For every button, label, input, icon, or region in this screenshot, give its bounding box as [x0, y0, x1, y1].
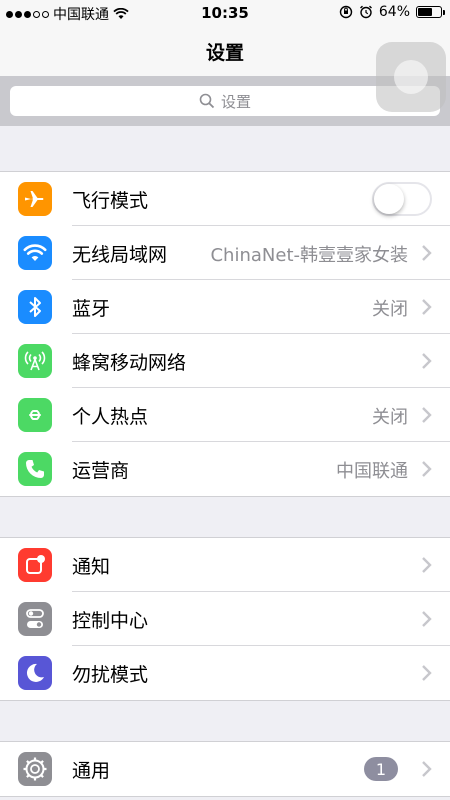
chevron-right-icon	[422, 353, 432, 369]
chevron-right-icon	[422, 761, 432, 777]
settings-row-wifi[interactable]: 无线局域网 ChinaNet-韩壹壹家女装	[0, 226, 450, 280]
alarm-clock-icon	[359, 5, 372, 19]
battery-percent: 64%	[378, 4, 410, 20]
chevron-right-icon	[422, 557, 432, 573]
assistive-touch-button[interactable]	[376, 42, 446, 112]
settings-row-hotspot[interactable]: 个人热点 关闭	[0, 388, 450, 442]
search-placeholder: 设置	[220, 92, 251, 111]
settings-row-label: 通知	[72, 556, 111, 578]
control-center-icon	[18, 602, 52, 636]
settings-row-value: ChinaNet-韩壹壹家女装	[210, 245, 408, 266]
chevron-right-icon	[422, 299, 432, 315]
settings-row-value: 中国联通	[336, 461, 408, 482]
settings-group-connectivity: 飞行模式 无线局域网 ChinaNet-韩壹壹家女装 蓝牙 关闭 蜂窝移动网络 …	[0, 171, 450, 497]
settings-row-general[interactable]: 通用 1	[0, 742, 450, 796]
airplane-mode-toggle[interactable]	[372, 182, 432, 216]
settings-group-general: 通用 1	[0, 741, 450, 797]
bluetooth-icon	[18, 290, 52, 324]
chevron-right-icon	[422, 611, 432, 627]
settings-row-label: 勿扰模式	[72, 664, 149, 686]
chevron-right-icon	[422, 665, 432, 681]
settings-row-value: 关闭	[372, 407, 408, 428]
settings-row-label: 控制中心	[72, 610, 149, 632]
phone-icon	[18, 452, 52, 486]
chevron-right-icon	[422, 461, 432, 477]
cellular-icon	[18, 344, 52, 378]
settings-row-bluetooth[interactable]: 蓝牙 关闭	[0, 280, 450, 334]
settings-row-cellular[interactable]: 蜂窝移动网络	[0, 334, 450, 388]
settings-row-carrier[interactable]: 运营商 中国联通	[0, 442, 450, 496]
settings-row-label: 运营商	[72, 460, 130, 482]
airplane-icon	[18, 182, 52, 216]
gear-icon	[18, 752, 52, 786]
notifications-icon	[18, 548, 52, 582]
settings-row-control-center[interactable]: 控制中心	[0, 592, 450, 646]
update-count-badge: 1	[364, 757, 398, 781]
settings-row-label: 通用	[72, 760, 111, 782]
chevron-right-icon	[422, 245, 432, 261]
status-right: 64%	[339, 4, 445, 20]
settings-row-value: 关闭	[372, 299, 408, 320]
settings-row-label: 蜂窝移动网络	[72, 352, 187, 374]
search-icon	[199, 93, 215, 109]
settings-row-label: 飞行模式	[72, 190, 149, 212]
hotspot-icon	[18, 398, 52, 432]
status-bar: 中国联通 10:35 64%	[0, 0, 450, 26]
settings-row-label: 蓝牙	[72, 298, 111, 320]
settings-row-airplane[interactable]: 飞行模式	[0, 172, 450, 226]
battery-icon	[416, 6, 445, 18]
settings-row-notifications[interactable]: 通知	[0, 538, 450, 592]
chevron-right-icon	[422, 407, 432, 423]
settings-row-label: 个人热点	[72, 406, 149, 428]
settings-row-do-not-disturb[interactable]: 勿扰模式	[0, 646, 450, 700]
moon-icon	[18, 656, 52, 690]
orientation-lock-icon	[339, 5, 353, 19]
settings-row-label: 无线局域网	[72, 244, 168, 266]
settings-group-notifications: 通知 控制中心 勿扰模式	[0, 537, 450, 701]
wifi-icon	[18, 236, 52, 270]
